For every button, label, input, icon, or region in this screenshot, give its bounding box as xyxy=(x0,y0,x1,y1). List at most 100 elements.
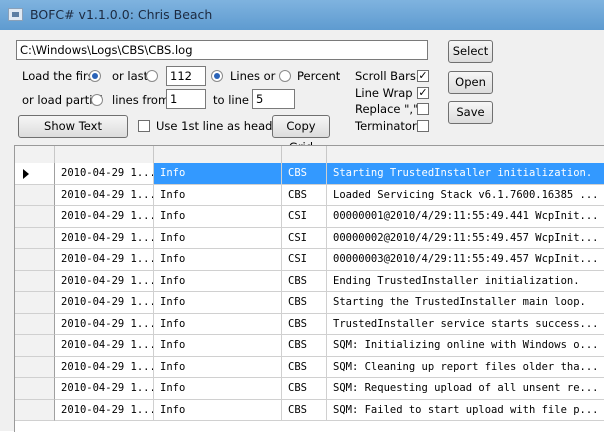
log-grid[interactable]: 2010-04-29 1... Info CBS Starting TrustedIn… xyxy=(14,145,604,432)
line-count-input[interactable] xyxy=(166,66,206,86)
load-partial-radio[interactable] xyxy=(91,94,103,106)
line-wrap-checkbox[interactable]: ✓ xyxy=(417,87,429,99)
show-text-button[interactable]: Show Text xyxy=(18,115,128,138)
table-cell[interactable]: Info xyxy=(154,163,282,185)
row-header[interactable] xyxy=(15,356,55,378)
use-header-checkbox[interactable] xyxy=(138,120,150,132)
table-cell[interactable]: 2010-04-29 1... xyxy=(55,270,154,292)
table-cell[interactable]: SQM: Failed to start upload with file p.… xyxy=(327,400,604,421)
lines-or-label: Lines or xyxy=(230,69,276,83)
table-row[interactable]: 2010-04-29 1... Info CSI 00000003@2010/4/29… xyxy=(15,249,604,271)
file-path-input[interactable] xyxy=(16,40,428,60)
table-cell[interactable]: CBS xyxy=(282,163,327,185)
table-row[interactable]: 2010-04-29 1... Info CSI 00000001@2010/4/29… xyxy=(15,206,604,228)
table-cell[interactable]: CBS xyxy=(282,184,327,206)
table-row[interactable]: 2010-04-29 1... Info CBS TrustedInstaller s… xyxy=(15,313,604,335)
table-cell[interactable]: 2010-04-29 1... xyxy=(55,184,154,206)
from-line-input[interactable] xyxy=(166,89,206,109)
row-header[interactable] xyxy=(15,292,55,314)
row-header[interactable] xyxy=(15,270,55,292)
table-cell[interactable]: Ending TrustedInstaller initialization. xyxy=(327,271,604,292)
table-cell[interactable]: CBS xyxy=(282,270,327,292)
row-header[interactable] xyxy=(15,163,55,185)
table-cell[interactable]: 2010-04-29 1... xyxy=(55,356,154,378)
scroll-bars-checkbox[interactable]: ✓ xyxy=(417,70,429,82)
table-row[interactable]: 2010-04-29 1... Info CBS SQM: Requesting up… xyxy=(15,378,604,400)
table-cell[interactable]: CBS xyxy=(282,313,327,335)
table-cell[interactable]: 2010-04-29 1... xyxy=(55,163,154,185)
table-cell[interactable]: Info xyxy=(154,378,282,400)
to-line-input[interactable] xyxy=(252,89,295,109)
table-cell[interactable]: Info xyxy=(154,249,282,271)
grid-column-header[interactable] xyxy=(55,146,154,163)
select-button[interactable]: Select xyxy=(448,40,493,63)
table-row[interactable]: 2010-04-29 1... Info CBS SQM: Initializing … xyxy=(15,335,604,357)
table-row[interactable]: 2010-04-29 1... Info CBS Ending TrustedInst… xyxy=(15,270,604,292)
grid-column-header[interactable] xyxy=(154,146,282,163)
current-row-arrow-icon xyxy=(23,169,29,179)
row-header[interactable] xyxy=(15,227,55,249)
table-cell[interactable]: Info xyxy=(154,184,282,206)
grid-column-header[interactable] xyxy=(282,146,327,163)
table-cell[interactable]: 2010-04-29 1... xyxy=(55,378,154,400)
table-cell[interactable]: CBS xyxy=(282,378,327,400)
table-row[interactable]: 2010-04-29 1... Info CBS SQM: Cleaning up r… xyxy=(15,356,604,378)
table-row[interactable]: 2010-04-29 1... Info CSI 00000002@2010/4/29… xyxy=(15,227,604,249)
table-cell[interactable]: 2010-04-29 1... xyxy=(55,313,154,335)
row-header[interactable] xyxy=(15,399,55,421)
table-cell[interactable]: CSI xyxy=(282,227,327,249)
table-cell[interactable]: Info xyxy=(154,292,282,314)
table-cell[interactable]: 2010-04-29 1... xyxy=(55,292,154,314)
table-cell[interactable]: Info xyxy=(154,206,282,228)
load-first-radio[interactable] xyxy=(89,70,101,82)
table-cell[interactable]: CSI xyxy=(282,249,327,271)
lines-radio[interactable] xyxy=(211,70,223,82)
row-header[interactable] xyxy=(15,313,55,335)
title-bar[interactable]: BOFC# v1.1.0.0: Chris Beach xyxy=(0,0,604,30)
table-cell[interactable]: Starting the TrustedInstaller main loop. xyxy=(327,292,604,314)
terminator-checkbox[interactable] xyxy=(417,120,429,132)
table-cell[interactable]: 2010-04-29 1... xyxy=(55,335,154,357)
row-header[interactable] xyxy=(15,184,55,206)
row-header[interactable] xyxy=(15,249,55,271)
save-button[interactable]: Save xyxy=(448,101,493,124)
table-cell[interactable]: 2010-04-29 1... xyxy=(55,399,154,421)
table-row[interactable]: 2010-04-29 1... Info CBS SQM: Failed to sta… xyxy=(15,399,604,421)
table-cell[interactable]: Info xyxy=(154,227,282,249)
table-cell[interactable]: Info xyxy=(154,356,282,378)
table-cell[interactable]: CBS xyxy=(282,335,327,357)
table-cell[interactable]: Loaded Servicing Stack v6.1.7600.16385 .… xyxy=(327,185,604,206)
table-cell[interactable]: Info xyxy=(154,313,282,335)
row-header[interactable] xyxy=(15,378,55,400)
row-header[interactable] xyxy=(15,206,55,228)
table-cell[interactable]: Info xyxy=(154,399,282,421)
percent-radio[interactable] xyxy=(279,70,291,82)
table-row[interactable]: 2010-04-29 1... Info CBS Loaded Servicing S… xyxy=(15,184,604,206)
row-header[interactable] xyxy=(15,335,55,357)
table-cell[interactable]: 00000003@2010/4/29:11:55:49.457 WcpInit.… xyxy=(327,249,604,271)
table-cell[interactable]: 00000002@2010/4/29:11:55:49.457 WcpInit.… xyxy=(327,228,604,249)
table-cell[interactable]: Info xyxy=(154,270,282,292)
table-cell[interactable]: CSI xyxy=(282,206,327,228)
table-row[interactable]: 2010-04-29 1... Info CBS Starting TrustedIn… xyxy=(15,163,604,185)
table-cell[interactable]: 2010-04-29 1... xyxy=(55,227,154,249)
table-cell[interactable]: SQM: Requesting upload of all unsent re.… xyxy=(327,378,604,400)
table-cell[interactable]: 2010-04-29 1... xyxy=(55,206,154,228)
window-title: BOFC# v1.1.0.0: Chris Beach xyxy=(30,7,213,22)
table-cell[interactable]: 2010-04-29 1... xyxy=(55,249,154,271)
table-cell[interactable]: TrustedInstaller service starts success.… xyxy=(327,314,604,335)
open-button[interactable]: Open xyxy=(448,71,493,94)
table-cell[interactable]: CBS xyxy=(282,356,327,378)
table-cell[interactable]: SQM: Initializing online with Windows o.… xyxy=(327,335,604,357)
table-cell[interactable]: 00000001@2010/4/29:11:55:49.441 WcpInit.… xyxy=(327,206,604,228)
copy-grid-button[interactable]: Copy Grid xyxy=(272,115,330,154)
grid-column-header[interactable] xyxy=(327,146,604,163)
replace-checkbox[interactable] xyxy=(417,103,429,115)
table-cell[interactable]: Info xyxy=(154,335,282,357)
table-cell[interactable]: Starting TrustedInstaller initialization… xyxy=(327,163,604,185)
or-last-radio[interactable] xyxy=(146,70,158,82)
table-row[interactable]: 2010-04-29 1... Info CBS Starting the Trust… xyxy=(15,292,604,314)
table-cell[interactable]: SQM: Cleaning up report files older tha.… xyxy=(327,357,604,378)
table-cell[interactable]: CBS xyxy=(282,399,327,421)
table-cell[interactable]: CBS xyxy=(282,292,327,314)
